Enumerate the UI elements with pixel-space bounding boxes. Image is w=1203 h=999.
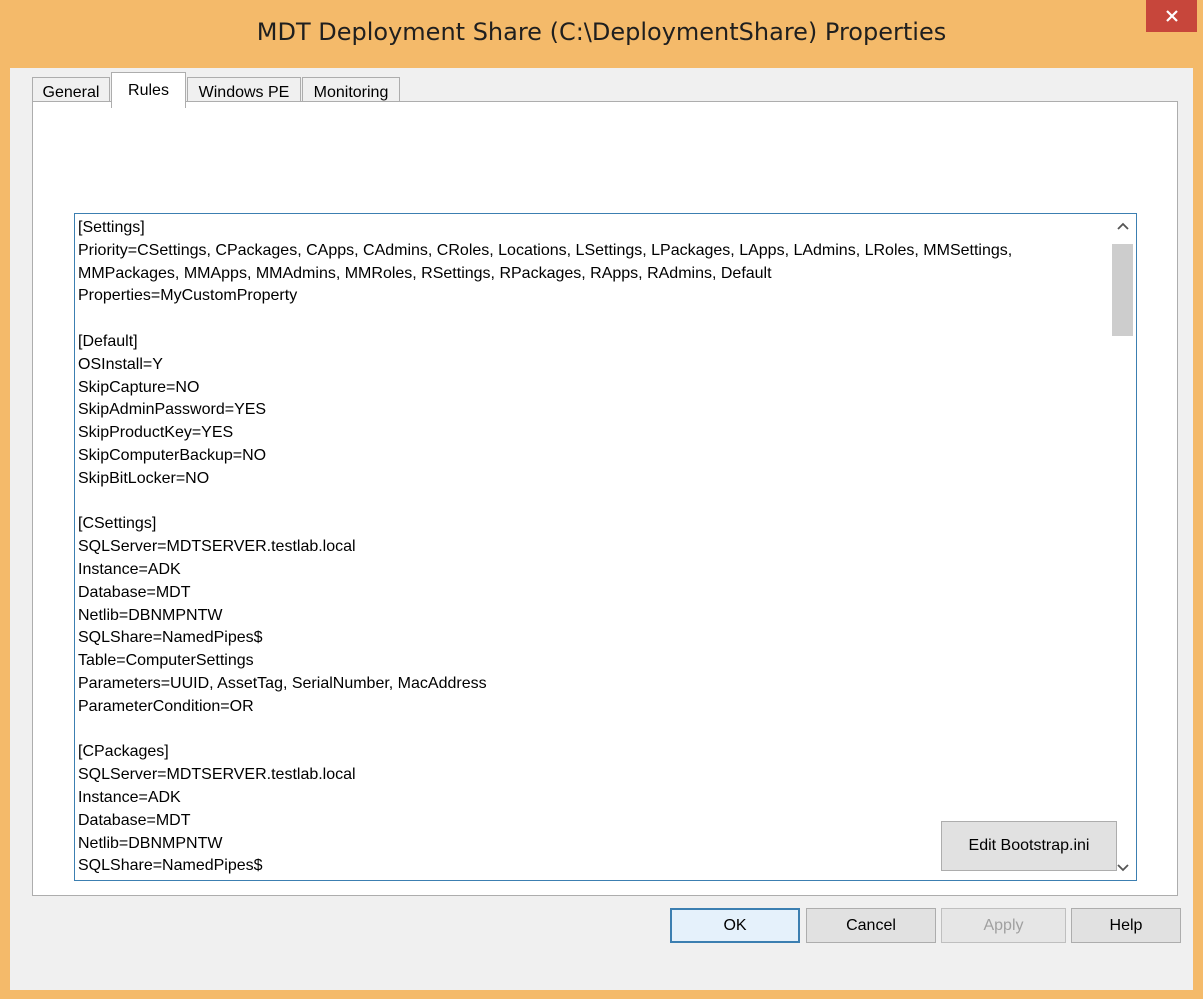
- apply-label: Apply: [983, 916, 1024, 934]
- edit-bootstrap-button[interactable]: Edit Bootstrap.ini: [941, 821, 1117, 871]
- apply-button[interactable]: Apply: [941, 908, 1066, 943]
- rules-tab-panel: [Settings] Priority=CSettings, CPackages…: [32, 101, 1178, 896]
- close-icon: [1165, 10, 1178, 22]
- tab-rules[interactable]: Rules: [111, 72, 186, 108]
- properties-dialog: MDT Deployment Share (C:\DeploymentShare…: [0, 0, 1203, 999]
- rules-text[interactable]: [Settings] Priority=CSettings, CPackages…: [78, 217, 1108, 880]
- rules-editor[interactable]: [Settings] Priority=CSettings, CPackages…: [74, 213, 1137, 881]
- tab-rules-label: Rules: [128, 81, 169, 99]
- chevron-up-icon: [1116, 222, 1129, 230]
- help-label: Help: [1109, 916, 1143, 934]
- help-button[interactable]: Help: [1071, 908, 1181, 943]
- vertical-scrollbar[interactable]: [1109, 214, 1136, 880]
- cancel-button[interactable]: Cancel: [806, 908, 936, 943]
- close-button[interactable]: [1146, 0, 1197, 32]
- scroll-up-button[interactable]: [1109, 214, 1136, 238]
- scroll-thumb[interactable]: [1112, 244, 1133, 336]
- dialog-client-area: General Rules Windows PE Monitoring [Set…: [10, 68, 1193, 990]
- chevron-down-icon: [1116, 864, 1129, 872]
- window-title: MDT Deployment Share (C:\DeploymentShare…: [256, 18, 947, 46]
- title-bar[interactable]: MDT Deployment Share (C:\DeploymentShare…: [0, 0, 1203, 68]
- cancel-label: Cancel: [846, 916, 896, 934]
- tab-monitoring-label: Monitoring: [313, 84, 389, 101]
- ok-button[interactable]: OK: [670, 908, 800, 943]
- tab-windows-pe-label: Windows PE: [198, 84, 290, 101]
- ok-label: OK: [723, 916, 747, 934]
- edit-bootstrap-label: Edit Bootstrap.ini: [968, 837, 1090, 854]
- tab-general-label: General: [42, 84, 100, 101]
